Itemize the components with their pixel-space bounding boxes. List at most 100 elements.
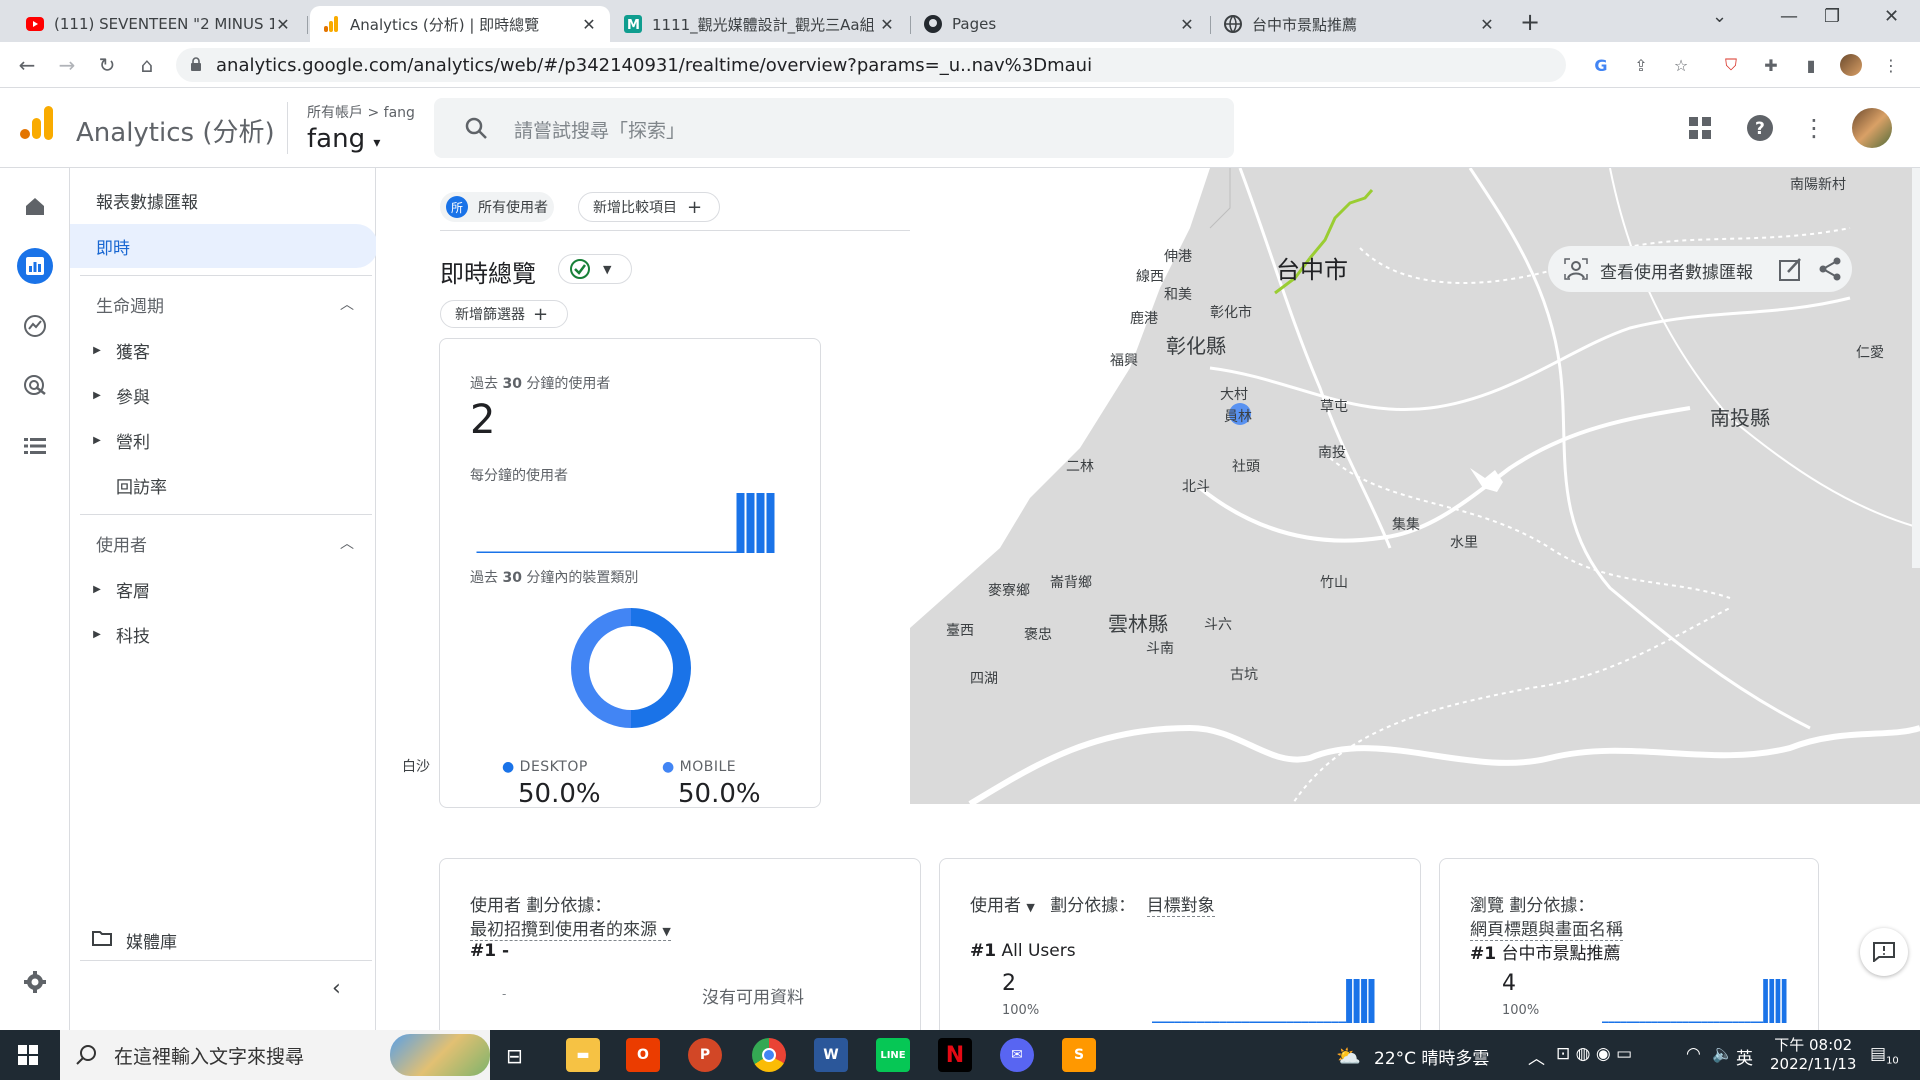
user-snapshot-icon[interactable] [1564, 258, 1588, 284]
section-lifecycle[interactable]: 生命週期 ︿ [70, 282, 376, 326]
clock[interactable]: 下午 08:02 2022/11/13 [1770, 1034, 1856, 1073]
bar-minute--24[interactable] [536, 551, 547, 554]
new-tab-button[interactable]: + [1520, 8, 1540, 36]
view-user-snapshot-button[interactable]: 查看使用者數據匯報 [1600, 258, 1753, 283]
dimension-selector[interactable]: 目標對象 [1146, 896, 1215, 917]
per-minute-bar-chart[interactable] [476, 489, 776, 553]
feedback-button[interactable] [1860, 928, 1908, 976]
add-filter-button[interactable]: 新增篩選器 + [440, 300, 568, 328]
ime-indicator[interactable]: 英 [1736, 1044, 1753, 1069]
edit-report-icon[interactable] [1778, 256, 1804, 286]
bar-minute--6[interactable] [716, 551, 727, 554]
extensions-icon[interactable]: ✚ [1760, 54, 1782, 76]
share-icon[interactable] [1818, 256, 1842, 286]
sidebar-item-engagement[interactable]: ▶ 參與 [70, 373, 376, 417]
bar-minute--14[interactable] [636, 551, 647, 554]
bar-minute--2[interactable] [756, 493, 765, 553]
reload-icon[interactable]: ↻ [92, 50, 122, 80]
bar-minute--18[interactable] [596, 551, 607, 554]
add-comparison-button[interactable]: 新增比較項目 + [578, 192, 720, 222]
url-field[interactable]: analytics.google.com/analytics/web/#/p34… [176, 48, 1566, 82]
sidepanel-icon[interactable]: ▮ [1800, 54, 1822, 76]
windows-start-icon[interactable] [18, 1045, 38, 1069]
profile-avatar[interactable] [1840, 54, 1862, 76]
forward-icon[interactable]: → [52, 50, 82, 80]
bar-minute--3[interactable] [746, 493, 755, 553]
file-explorer-icon[interactable]: ▬ [566, 1038, 600, 1072]
bar-minute--1[interactable] [766, 493, 775, 553]
account-breadcrumb[interactable]: 所有帳戶 > fang [307, 102, 415, 122]
star-icon[interactable]: ☆ [1670, 54, 1692, 76]
close-icon[interactable]: ✕ [580, 15, 598, 34]
bar-minute--16[interactable] [616, 551, 627, 554]
messenger-icon[interactable]: ✉ [1000, 1038, 1034, 1072]
bar-minute--20[interactable] [576, 551, 587, 554]
chrome-icon[interactable] [752, 1038, 786, 1072]
help-icon[interactable]: ? [1746, 114, 1774, 142]
page-scrollbar[interactable] [1912, 168, 1920, 568]
apps-grid-icon[interactable] [1686, 114, 1714, 142]
sidebar-item-monetization[interactable]: ▶ 營利 [70, 418, 376, 462]
line-icon[interactable]: LINE [876, 1038, 910, 1072]
bar-minute--12[interactable] [656, 551, 667, 554]
tab-taichung[interactable]: 台中市景點推薦 ✕ [1212, 6, 1508, 42]
close-icon[interactable]: ✕ [274, 15, 292, 34]
restore-button[interactable]: ❐ [1824, 6, 1840, 27]
bar-minute--11[interactable] [666, 551, 677, 554]
collapse-nav-chevron-icon[interactable]: ‹ [332, 976, 341, 1001]
property-selector[interactable]: fang ▾ [307, 124, 380, 154]
weather-icon[interactable]: ⛅ [1336, 1044, 1361, 1068]
office-icon[interactable]: O [626, 1038, 660, 1072]
powerpoint-icon[interactable]: P [688, 1038, 722, 1072]
bar-minute--9[interactable] [686, 551, 697, 554]
task-view-icon[interactable]: ⊟ [506, 1044, 523, 1068]
menu-icon[interactable]: ⋮ [1880, 54, 1902, 76]
donut-slice-desktop[interactable] [631, 608, 691, 728]
bar-minute--17[interactable] [606, 551, 617, 554]
bar-minute--5[interactable] [726, 551, 737, 554]
tray-apps-icon[interactable]: ⊡ ◍ ◉ ▭ [1556, 1044, 1632, 1064]
word-icon[interactable]: W [814, 1038, 848, 1072]
volume-icon[interactable]: 🔈 [1712, 1044, 1733, 1064]
sidebar-item-realtime[interactable]: 即時 [70, 224, 378, 268]
close-icon[interactable]: ✕ [878, 15, 896, 34]
dimension-selector[interactable]: 網頁標題與畫面名稱 [1470, 915, 1623, 941]
all-users-chip[interactable]: 所 所有使用者 [440, 192, 554, 222]
back-icon[interactable]: ← [12, 50, 42, 80]
bar-minute--27[interactable] [506, 551, 517, 554]
bar-minute--19[interactable] [586, 551, 597, 554]
google-icon[interactable]: G [1590, 54, 1612, 76]
sidebar-item-demographics[interactable]: ▶ 客層 [70, 567, 376, 611]
sidebar-item-acquisition[interactable]: ▶ 獲客 [70, 328, 376, 372]
taskbar-search-input[interactable]: 在這裡輸入文字來搜尋 [60, 1030, 490, 1080]
pocket-icon[interactable]: ⛉ [1720, 54, 1742, 76]
status-check-dropdown[interactable]: ▼ [558, 254, 632, 284]
configure-nav-icon[interactable] [17, 428, 53, 464]
bar-minute--26[interactable] [516, 551, 527, 554]
search-input[interactable]: 請嘗試搜尋「探索」 [434, 98, 1234, 158]
bar-minute--4[interactable] [736, 493, 745, 553]
bar-minute--15[interactable] [626, 551, 637, 554]
bar-minute--10[interactable] [676, 551, 687, 554]
device-donut-chart[interactable] [564, 601, 698, 735]
sidebar-item-reports-snapshot[interactable]: 報表數據匯報 [70, 178, 376, 222]
settings-gear-icon[interactable] [17, 964, 53, 1000]
tab-course[interactable]: M 1111_觀光媒體設計_觀光三Aa組 ✕ [612, 6, 908, 42]
tab-list-icon[interactable]: ⌄ [1712, 6, 1727, 27]
home-icon[interactable]: ⌂ [132, 50, 162, 80]
tab-pages[interactable]: Pages ✕ [912, 6, 1208, 42]
tab-analytics[interactable]: Analytics (分析) | 即時總覽 ✕ [310, 6, 610, 42]
share-icon[interactable]: ⇪ [1630, 54, 1652, 76]
sidebar-item-library[interactable]: 媒體庫 [70, 918, 376, 962]
wifi-icon[interactable]: ◠ [1686, 1044, 1701, 1064]
donut-slice-mobile[interactable] [571, 608, 631, 728]
sublime-icon[interactable]: S [1062, 1038, 1096, 1072]
bar-minute--30[interactable] [476, 551, 487, 554]
minimize-button[interactable]: — [1780, 6, 1798, 27]
avatar[interactable] [1852, 108, 1892, 148]
weather-text[interactable]: 22°C 晴時多雲 [1374, 1044, 1489, 1069]
bar-minute--21[interactable] [566, 551, 577, 554]
bar-minute--7[interactable] [706, 551, 717, 554]
bar-minute--28[interactable] [496, 551, 507, 554]
close-icon[interactable]: ✕ [1478, 15, 1496, 34]
